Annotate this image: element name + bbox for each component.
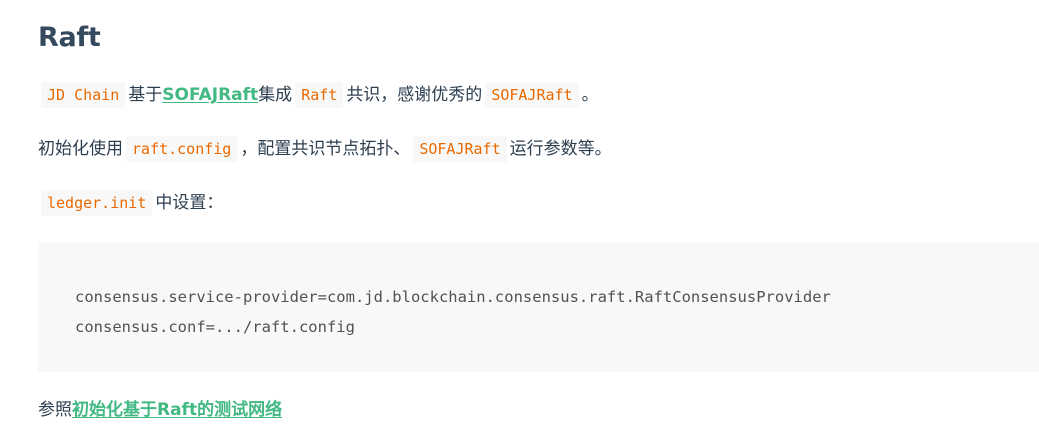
text: 共识，感谢优秀的 xyxy=(346,85,483,105)
inline-code-sofajraft: SOFAJRaft xyxy=(413,136,507,162)
text: 基于 xyxy=(128,85,163,105)
text: 运行参数等。 xyxy=(509,139,612,159)
reference-paragraph: 参照初始化基于Raft的测试网络 xyxy=(38,395,282,425)
ledger-init-paragraph: ledger.init 中设置： xyxy=(38,188,223,218)
text: 。 xyxy=(581,85,599,105)
sofajraft-link[interactable]: SOFAJRaft xyxy=(162,85,258,105)
code-line: consensus.service-provider=com.jd.blockc… xyxy=(75,288,831,306)
code-block: consensus.service-provider=com.jd.blockc… xyxy=(38,242,1039,372)
inline-code-sofajraft: SOFAJRaft xyxy=(485,82,579,108)
inline-code-ledger-init: ledger.init xyxy=(41,190,153,216)
text: 中设置： xyxy=(155,193,224,213)
code-line: consensus.conf=.../raft.config xyxy=(75,318,355,336)
inline-code-jd-chain: JD Chain xyxy=(41,82,126,108)
section-heading: Raft xyxy=(38,22,101,53)
inline-code-raft-config: raft.config xyxy=(126,136,238,162)
config-paragraph: 初始化使用 raft.config ，配置共识节点拓扑、 SOFAJRaft 运行参数等… xyxy=(38,134,612,164)
text: ，配置共识节点拓扑、 xyxy=(240,139,411,159)
raft-testnet-link[interactable]: 初始化基于Raft的测试网络 xyxy=(72,400,282,420)
inline-code-raft: Raft xyxy=(295,82,344,108)
text: 初始化使用 xyxy=(38,139,123,159)
text: 集成 xyxy=(258,85,293,105)
text: 参照 xyxy=(38,400,72,420)
intro-paragraph: JD Chain 基于SOFAJRaft集成 Raft 共识，感谢优秀的 SOFAJRa… xyxy=(38,80,599,110)
